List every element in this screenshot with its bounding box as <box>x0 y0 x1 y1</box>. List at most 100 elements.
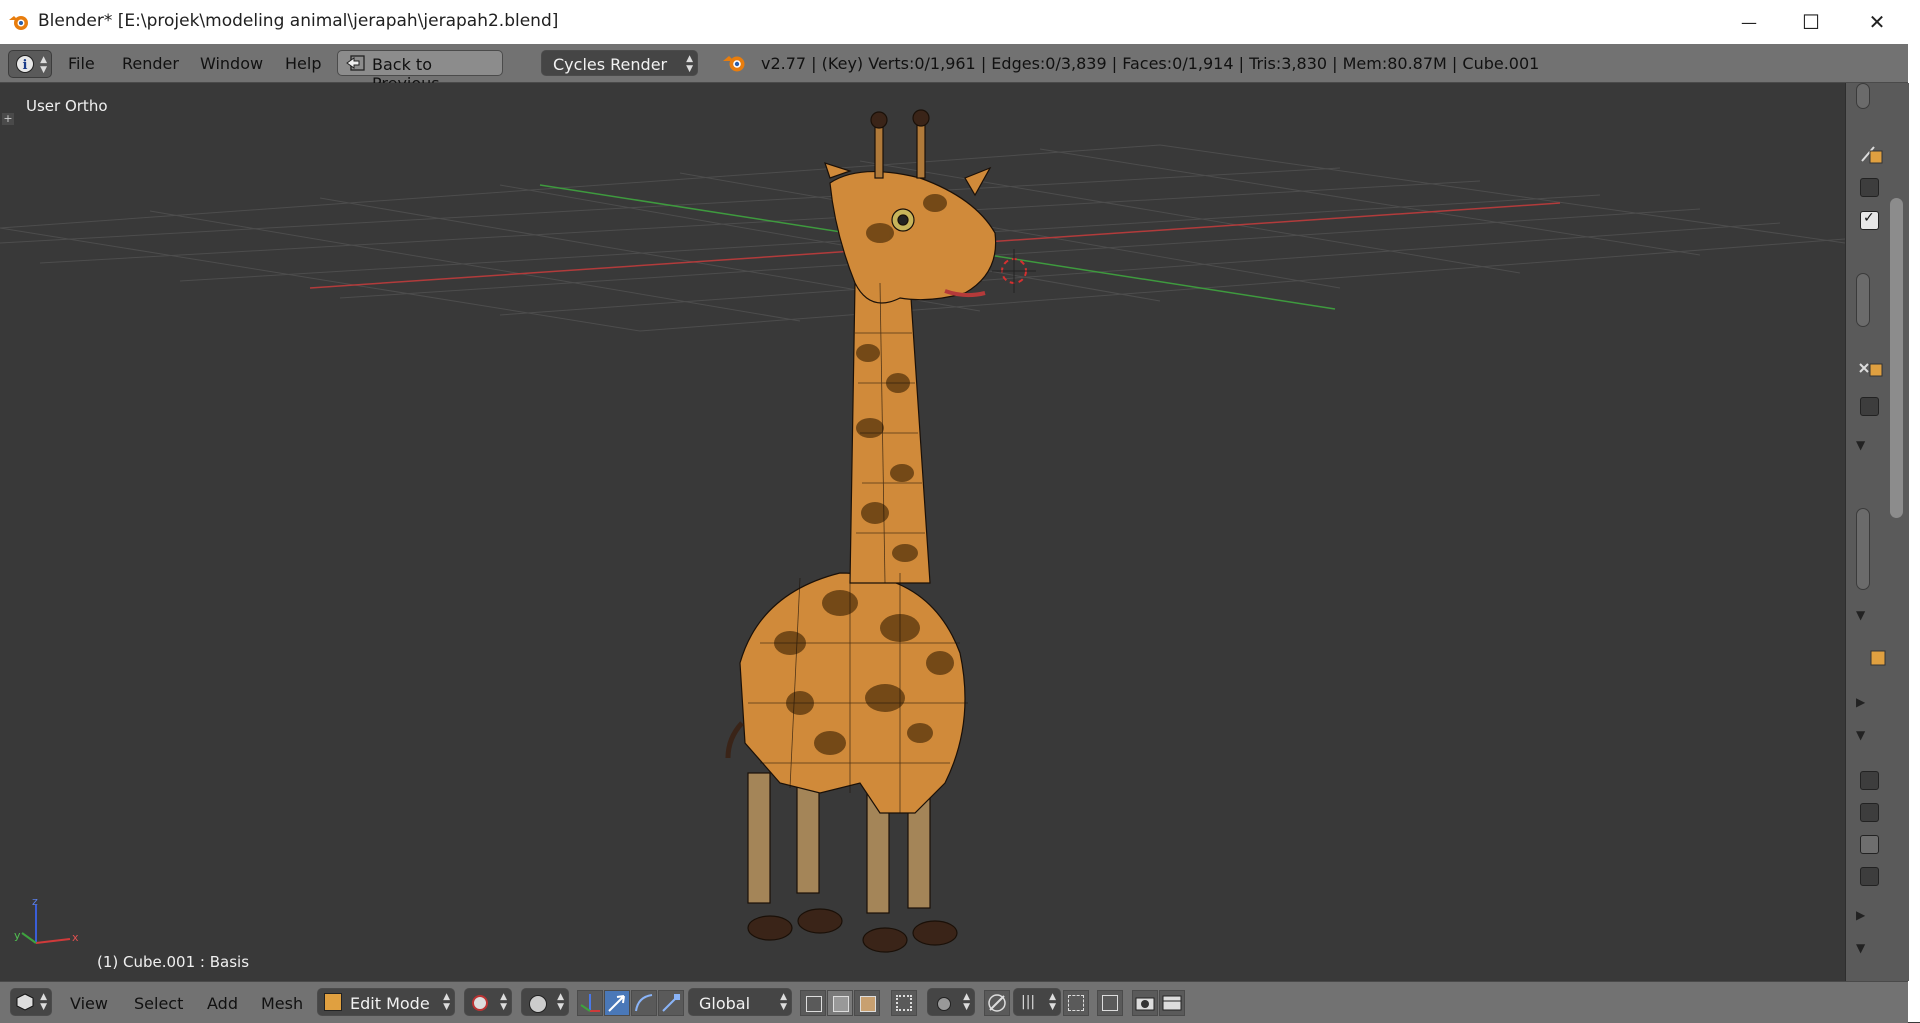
occlude-toggle[interactable] <box>891 990 917 1016</box>
giraffe-mesh <box>725 109 997 953</box>
translate-toggle[interactable] <box>604 990 630 1016</box>
occlude-icon <box>896 995 912 1011</box>
close-button[interactable]: ✕ <box>1846 0 1908 44</box>
editor-type-button[interactable]: i ▲ ▼ <box>8 50 52 78</box>
window-title: Blender* [E:\projek\modeling animal\jera… <box>38 11 559 31</box>
back-to-previous-button[interactable]: Back to Previous <box>337 50 503 93</box>
info-header: i ▲▼ File Render Window Help Back to Pre… <box>0 44 1908 93</box>
render-toggle[interactable] <box>1132 990 1158 1016</box>
menu-render[interactable]: Render <box>122 54 179 73</box>
panel-scroll-handle-2[interactable] <box>1856 273 1870 327</box>
menu-window[interactable]: Window <box>200 54 263 73</box>
vertex-select-toggle[interactable] <box>800 990 826 1016</box>
render-engine-value: Cycles Render <box>553 55 668 74</box>
dropdown-arrows-icon: ▲ ▼ <box>500 992 507 1012</box>
checkbox-3[interactable] <box>1860 397 1879 416</box>
3d-viewport[interactable]: User Ortho + z x y (1) Cube.001: Basis <box>0 83 1845 981</box>
panel-expand-icon-2[interactable]: ▶ <box>1856 908 1865 922</box>
editor-type-button-3d[interactable]: ▲ ▼ <box>10 988 52 1016</box>
pivot-select[interactable]: ▲ ▼ <box>521 988 569 1016</box>
rotate-toggle[interactable] <box>631 990 657 1016</box>
checkbox-1[interactable] <box>1860 178 1879 197</box>
edit-mode-icon <box>324 993 342 1011</box>
orientation-value: Global <box>699 994 751 1013</box>
svg-text:i: i <box>23 58 28 73</box>
dropdown-arrows-icon: ▲ ▼ <box>686 54 693 74</box>
render-engine-select[interactable]: Cycles Render ▲ ▼ <box>541 50 698 76</box>
snap-element-select[interactable]: ||| ▲ ▼ <box>1013 988 1061 1016</box>
mode-value: Edit Mode <box>350 994 430 1013</box>
manipulator-icon <box>580 994 600 1012</box>
checkbox-4[interactable] <box>1860 771 1879 790</box>
panel-collapse-icon-3[interactable]: ▼ <box>1856 728 1865 742</box>
dropdown-arrows-icon: ▲ ▼ <box>963 992 970 1012</box>
minimize-icon: — <box>1741 12 1757 32</box>
panel-collapse-icon-2[interactable]: ▼ <box>1856 608 1865 622</box>
panel-collapse-icon-4[interactable]: ▼ <box>1856 941 1865 955</box>
tool-shelf-scrollbar[interactable] <box>1890 198 1903 518</box>
checkbox-5[interactable] <box>1860 803 1879 822</box>
edge-select-toggle[interactable] <box>827 990 853 1016</box>
panel-collapse-icon[interactable]: ▼ <box>1856 438 1865 452</box>
checkbox-7[interactable] <box>1860 867 1879 886</box>
panel-expand-icon[interactable]: ▶ <box>1856 695 1865 709</box>
snap-icon <box>988 994 1006 1012</box>
edge-select-icon <box>833 996 849 1012</box>
face-select-toggle[interactable] <box>854 990 880 1016</box>
3d-cursor <box>992 249 1036 293</box>
face-select-icon <box>860 996 876 1012</box>
checkbox-6[interactable] <box>1860 835 1879 854</box>
menu-add[interactable]: Add <box>207 994 238 1013</box>
dropdown-arrows-icon: ▲ ▼ <box>780 992 787 1012</box>
proportional-edit-select[interactable]: ▲ ▼ <box>927 988 975 1016</box>
snap-target-toggle[interactable] <box>1063 990 1089 1016</box>
dropdown-arrows-icon: ▲ ▼ <box>1049 992 1056 1012</box>
object-data-icon <box>1861 146 1883 164</box>
manipulator-toggle[interactable] <box>577 990 603 1016</box>
window-titlebar: Blender* [E:\projek\modeling animal\jera… <box>0 0 1908 45</box>
axis-z-label: z <box>32 895 38 908</box>
maximize-icon: ☐ <box>1802 10 1820 34</box>
viewport-shading-select[interactable]: ▲ ▼ <box>464 988 512 1016</box>
axis-x-label: x <box>72 931 79 944</box>
maximize-button[interactable]: ☐ <box>1780 0 1842 44</box>
transform-affect-icon <box>1102 995 1118 1011</box>
dropdown-arrows-icon: ▲ ▼ <box>443 992 450 1012</box>
snap-element-icon: ||| <box>1021 994 1036 1010</box>
anim-render-toggle[interactable] <box>1159 990 1185 1016</box>
cube-icon <box>1870 650 1886 666</box>
checkmark-icon: ✓ <box>1863 210 1875 226</box>
window-edge <box>1908 0 1920 1022</box>
anim-render-icon <box>1162 995 1182 1011</box>
snap-toggle[interactable] <box>984 990 1010 1016</box>
panel-scroll-handle[interactable] <box>1856 83 1870 109</box>
dropdown-arrows-icon: ▲ ▼ <box>557 992 564 1012</box>
right-tool-shelf: ✓ ▼ ▼ ▶ ▼ ▶ ▼ <box>1845 83 1909 981</box>
menu-file[interactable]: File <box>68 54 95 73</box>
delete-object-icon <box>1859 363 1883 377</box>
dropdown-arrows-icon: ▲ ▼ <box>40 992 47 1012</box>
scale-toggle[interactable] <box>658 990 684 1016</box>
panel-scroll-handle-3[interactable] <box>1856 508 1870 590</box>
menu-view[interactable]: View <box>70 994 108 1013</box>
blender-logo-icon <box>9 16 28 30</box>
proportional-edit-icon <box>937 997 951 1011</box>
menu-mesh[interactable]: Mesh <box>261 994 303 1013</box>
orientation-select[interactable]: Global ▲ ▼ <box>688 988 792 1016</box>
translate-icon <box>608 995 625 1012</box>
checkbox-2-checked[interactable]: ✓ <box>1860 210 1879 230</box>
minimize-button[interactable]: — <box>1718 0 1780 44</box>
menu-help[interactable]: Help <box>285 54 321 73</box>
pivot-icon <box>529 995 547 1013</box>
dropdown-arrows-icon: ▲ ▼ <box>40 55 47 75</box>
viewport-shading-icon <box>472 995 488 1011</box>
3d-view-editor-icon <box>16 993 34 1011</box>
object-label: (1) Cube.001 : Basis <box>97 953 250 971</box>
mode-select[interactable]: Edit Mode ▲ ▼ <box>317 988 455 1016</box>
menu-select[interactable]: Select <box>134 994 183 1013</box>
back-arrow-icon <box>346 55 365 71</box>
close-icon: ✕ <box>1868 10 1886 34</box>
scene-canvas <box>0 109 1845 953</box>
rotate-icon <box>635 994 653 1012</box>
transform-affect-toggle[interactable] <box>1097 990 1123 1016</box>
